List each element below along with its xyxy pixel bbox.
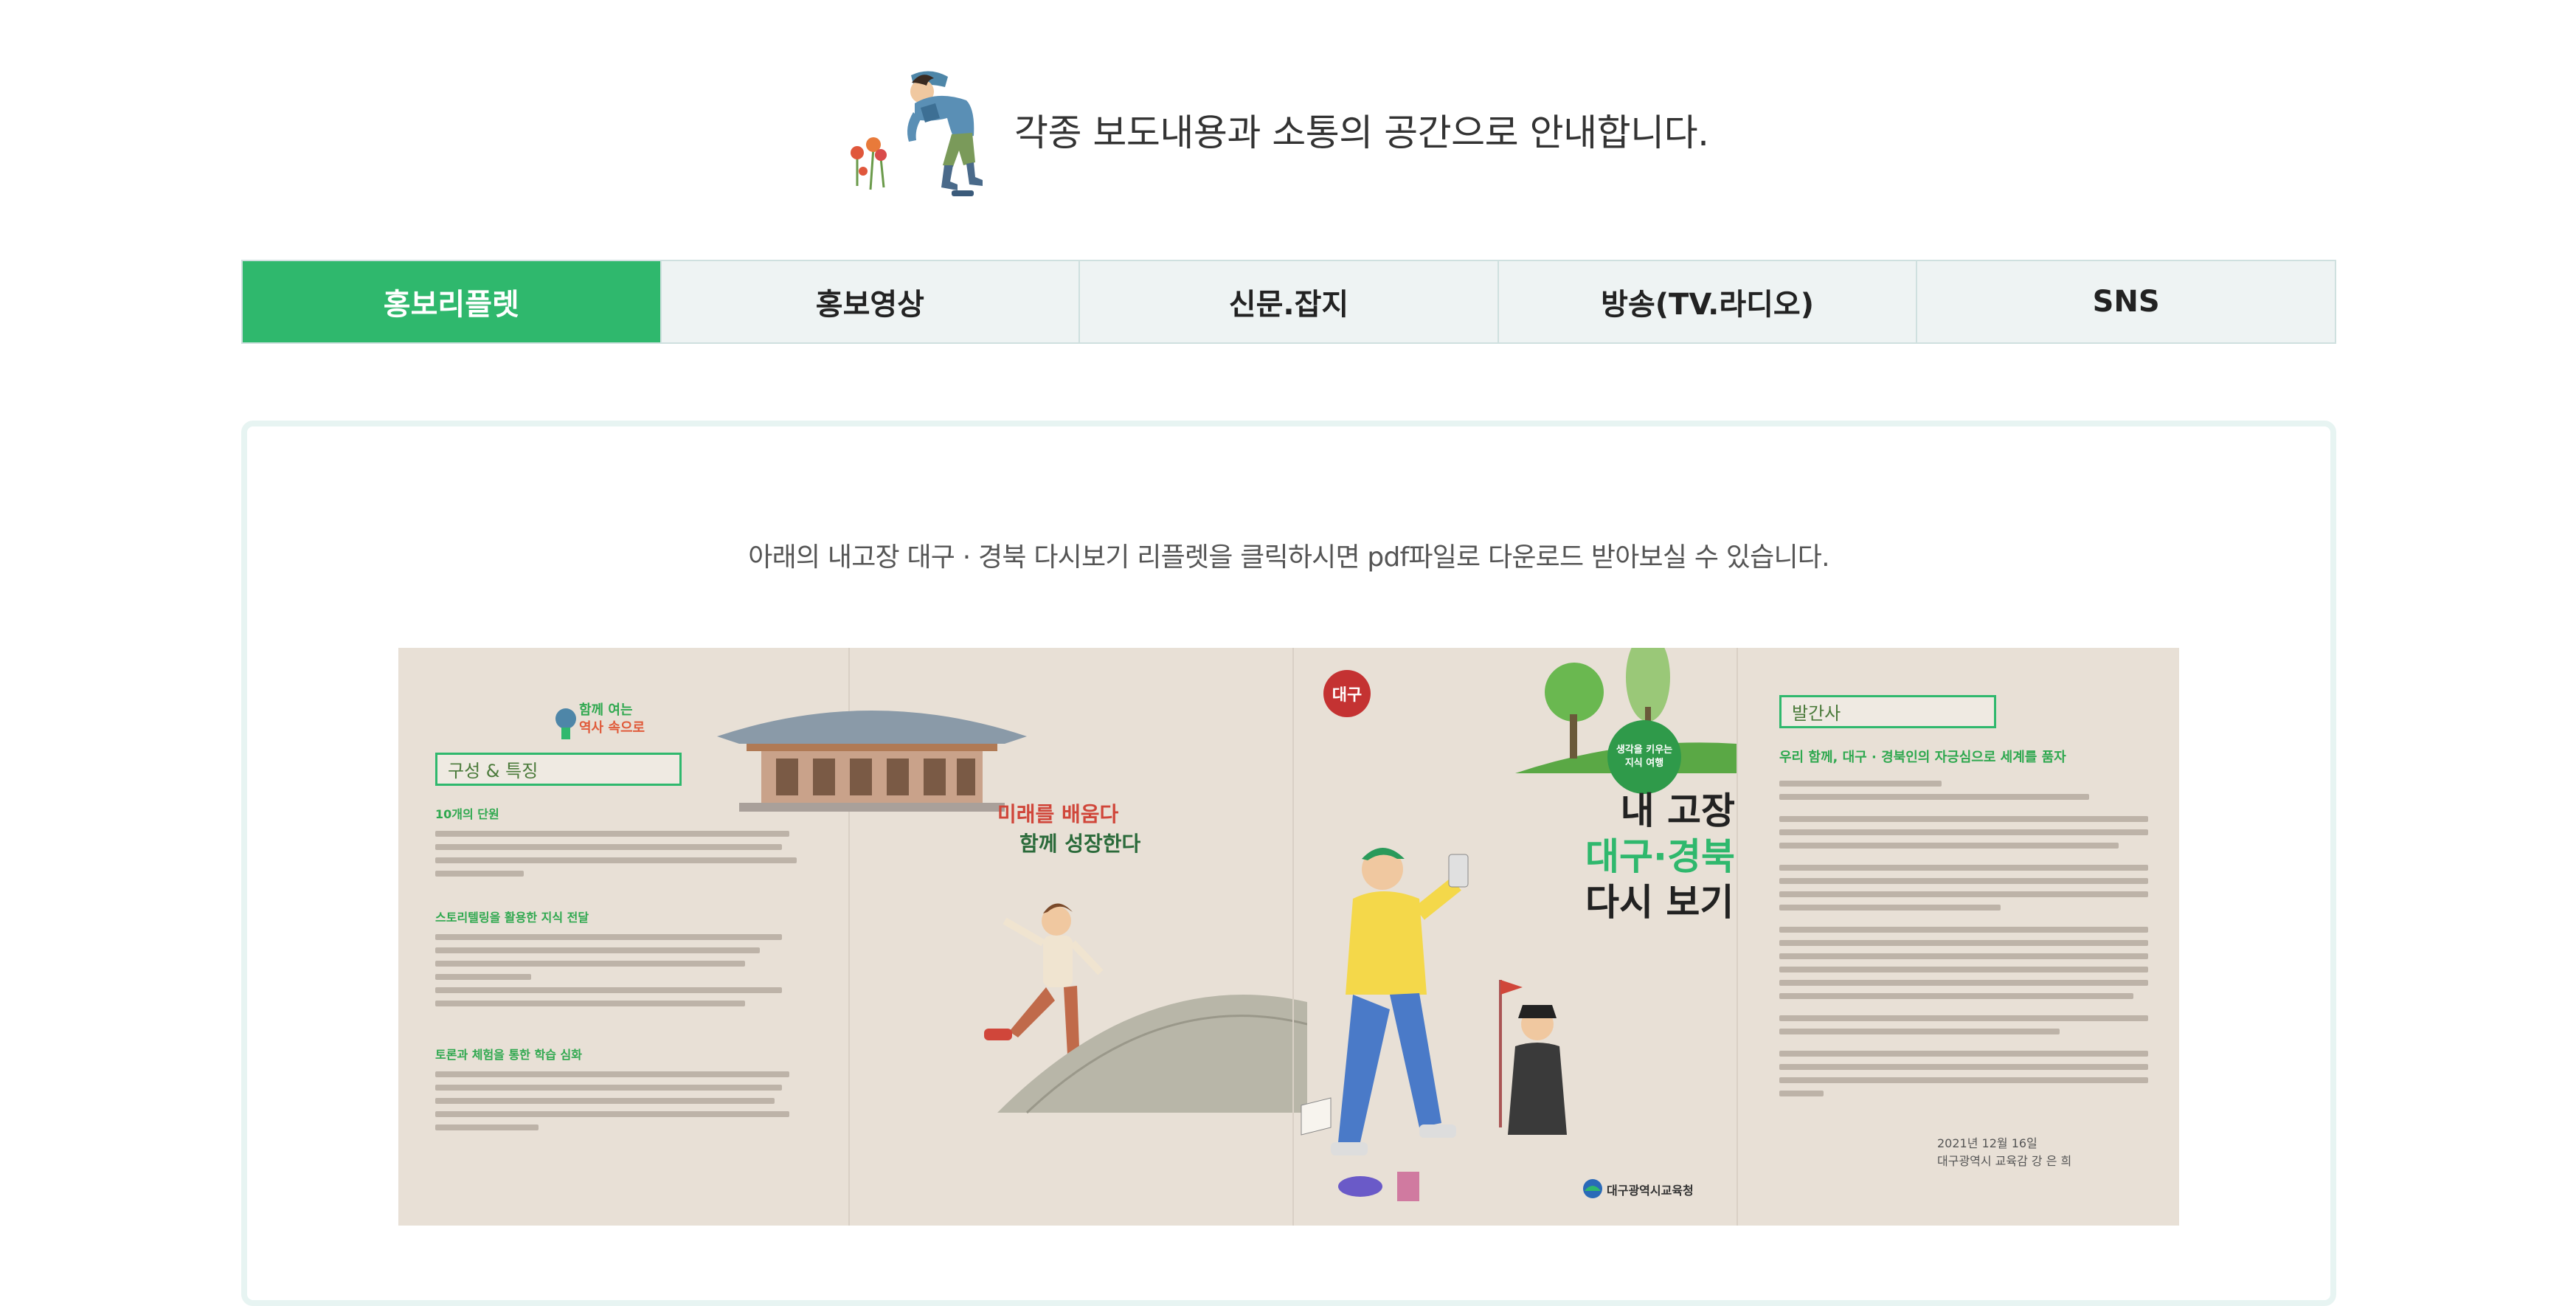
foreword-date: 2021년 12월 16일 [1937, 1136, 2037, 1150]
cover-title-line3: 다시 보기 [1585, 881, 1734, 924]
publisher-name: 대구광역시교육청 [1607, 1184, 1694, 1198]
feature-heading-3: 토론과 체험을 통한 학습 심화 [435, 1048, 582, 1062]
hiker-illustration-icon [851, 71, 983, 196]
cover-title-line2: 대구·경북 [1585, 835, 1735, 878]
download-notice: 아래의 내고장 대구 · 경북 다시보기 리플렛을 클릭하시면 pdf파일로 다… [748, 542, 1829, 573]
intro-section: 각종 보도내용과 소통의 공간으로 안내합니다. [841, 61, 1800, 201]
tab-newspaper-magazine[interactable]: 신문.잡지 [1080, 261, 1499, 342]
foreword-signer: 대구광역시 교육감 강 은 희 [1937, 1154, 2072, 1168]
education-office-logo-icon [1583, 1179, 1602, 1198]
page-headline: 각종 보도내용과 소통의 공간으로 안내합니다. [1014, 111, 1709, 154]
slogan-line1: 미래를 배움다 [997, 802, 1119, 826]
feature-body-3 [435, 1064, 804, 1138]
tab-promo-video[interactable]: 홍보영상 [661, 261, 1081, 342]
leaflet-panel-cover: 대구 생각을 키우는 지식 여행 내 고장 대구·경북 다시 보기 대구광역시교… [1294, 648, 1737, 1226]
slogan-line2: 함께 성장한다 [1019, 832, 1141, 856]
logo-icon: 함께 여는 역사 속으로 [555, 702, 645, 739]
leaflet-panel-foreword: 발간사 우리 함께, 대구 · 경북인의 자긍심으로 세계를 품자 2021년 … [1738, 648, 2179, 1226]
tab-leaflet[interactable]: 홍보리플렛 [243, 261, 662, 342]
feature-heading-2: 스토리텔링을 활용한 지식 전달 [435, 911, 589, 925]
tag-knowledge-trip: 생각을 키우는 지식 여행 [1607, 720, 1681, 794]
leaflet-panel-illustration: 미래를 배움다 함께 성장한다 [717, 648, 1307, 1226]
fortress-wall-icon [997, 995, 1307, 1114]
logo-text-line2: 역사 속으로 [579, 720, 645, 736]
badge-daegu: 대구 [1323, 670, 1371, 717]
category-tabs: 홍보리플렛 홍보영상 신문.잡지 방송(TV.라디오) SNS [241, 260, 2336, 344]
features-title: 구성 & 특징 [435, 753, 682, 786]
student-walking-icon [1301, 848, 1567, 1201]
feature-heading-1: 10개의 단원 [435, 807, 499, 821]
foreword-title: 발간사 [1779, 695, 1996, 728]
feature-body-2 [435, 927, 804, 1014]
logo-text-line1: 함께 여는 [579, 702, 633, 718]
foreword-heading: 우리 함께, 대구 · 경북인의 자긍심으로 세계를 품자 [1779, 750, 2066, 765]
cover-title: 내 고장 대구·경북 다시 보기 [1585, 788, 1735, 925]
tab-broadcast[interactable]: 방송(TV.라디오) [1498, 261, 1918, 342]
feature-body-1 [435, 823, 804, 884]
content-panel: 아래의 내고장 대구 · 경북 다시보기 리플렛을 클릭하시면 pdf파일로 다… [241, 421, 2336, 1306]
foreword-body [1779, 773, 2148, 1104]
tab-sns[interactable]: SNS [1917, 261, 2335, 342]
cover-title-line1: 내 고장 [1620, 790, 1735, 832]
hanok-building-icon [717, 711, 1027, 812]
leaflet-download-image[interactable]: 함께 여는 역사 속으로 구성 & 특징 10개의 단원 스토리텔링을 활용한 … [398, 648, 2179, 1226]
